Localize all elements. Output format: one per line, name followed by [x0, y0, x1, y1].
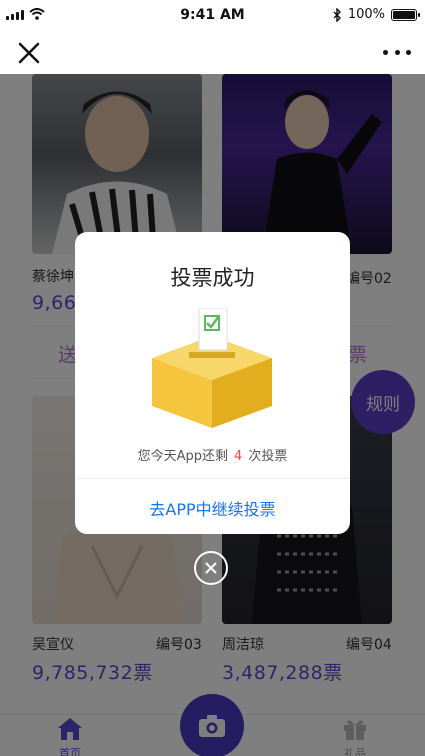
- continue-in-app-link[interactable]: 去APP中继续投票: [75, 496, 350, 520]
- modal-divider: [75, 478, 350, 479]
- battery-level: [393, 10, 415, 19]
- nav-bar: [0, 30, 425, 74]
- bluetooth-icon: [333, 7, 341, 22]
- vote-success-modal: 投票成功 您今天App还剩 4 次投票 去APP中继续投票: [75, 232, 350, 534]
- more-dots-icon[interactable]: [383, 42, 411, 62]
- status-right: 100%: [333, 7, 420, 22]
- modal-title: 投票成功: [170, 266, 255, 290]
- battery-icon: [391, 8, 420, 21]
- remaining-votes-text: 您今天App还剩 4 次投票: [75, 445, 350, 464]
- ballot-box-icon: [152, 308, 272, 428]
- modal-close-button[interactable]: [194, 551, 228, 585]
- remaining-suffix: 次投票: [248, 449, 288, 464]
- close-icon: [205, 562, 217, 574]
- remaining-prefix: 您今天App还剩: [137, 449, 229, 464]
- remaining-count: 4: [234, 449, 243, 464]
- battery-percent: 100%: [347, 7, 385, 22]
- status-bar: 9:41 AM 100%: [0, 0, 425, 30]
- close-icon[interactable]: [14, 38, 44, 68]
